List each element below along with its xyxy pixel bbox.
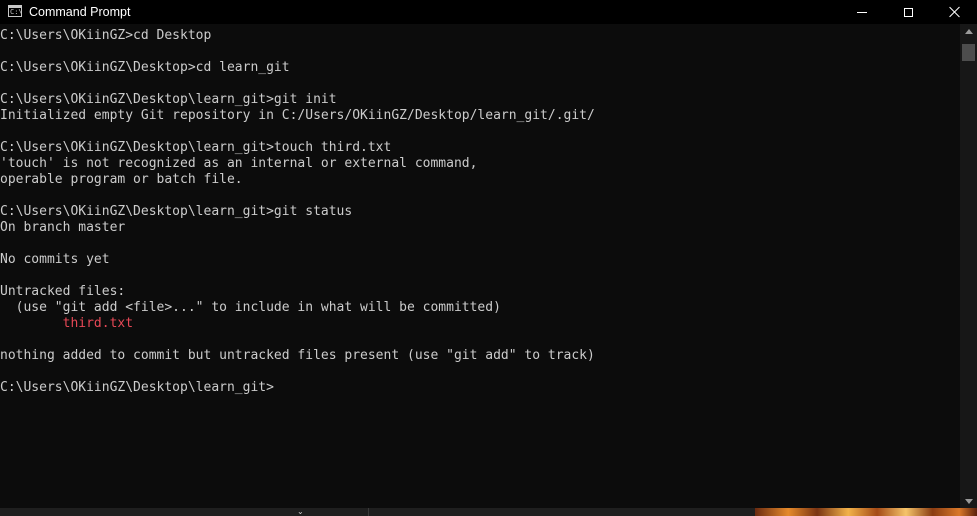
scrollbar-thumb[interactable] [962,44,975,61]
scroll-down-arrow-icon[interactable] [965,499,973,504]
console-line: Initialized empty Git repository in C:/U… [0,108,595,123]
title-bar[interactable]: C:\ Command Prompt [0,0,977,24]
console-line: On branch master [0,220,126,235]
console-line: C:\Users\OKiinGZ\Desktop>cd learn_git [0,60,290,75]
desktop-wallpaper [755,508,977,516]
console-line: C:\Users\OKiinGZ\Desktop\learn_git>git s… [0,204,353,219]
taskbar-divider [368,508,369,516]
scroll-up-arrow-icon[interactable] [965,29,973,34]
close-button[interactable] [931,0,977,24]
maximize-icon [903,7,913,17]
console-output[interactable]: C:\Users\OKiinGZ>cd Desktop C:\Users\OKii… [0,28,960,508]
maximize-button[interactable] [885,0,931,24]
console-line: 'touch' is not recognized as an internal… [0,156,478,171]
console-line: C:\Users\OKiinGZ\Desktop\learn_git> [0,380,274,395]
chevron-down-icon[interactable]: ⌄ [297,508,307,516]
window-title: Command Prompt [29,5,131,19]
minimize-icon [857,11,867,13]
console-line: nothing added to commit but untracked fi… [0,348,595,363]
console-line: Untracked files: [0,284,126,299]
vertical-scrollbar[interactable] [960,24,977,508]
console-line: (use "git add <file>..." to include in w… [0,300,501,315]
untracked-file-line: third.txt [0,316,134,331]
console-line: C:\Users\OKiinGZ>cd Desktop [0,28,212,43]
console-line: operable program or batch file. [0,172,243,187]
console-line: C:\Users\OKiinGZ\Desktop\learn_git>git i… [0,92,337,107]
app-icon-glyph: C:\ [10,8,23,16]
console-app-icon[interactable]: C:\ [8,5,23,17]
console-line: C:\Users\OKiinGZ\Desktop\learn_git>touch… [0,140,392,155]
taskbar: ⌄ [0,508,977,516]
close-icon [948,6,960,18]
minimize-button[interactable] [839,0,885,24]
console-line: No commits yet [0,252,110,267]
